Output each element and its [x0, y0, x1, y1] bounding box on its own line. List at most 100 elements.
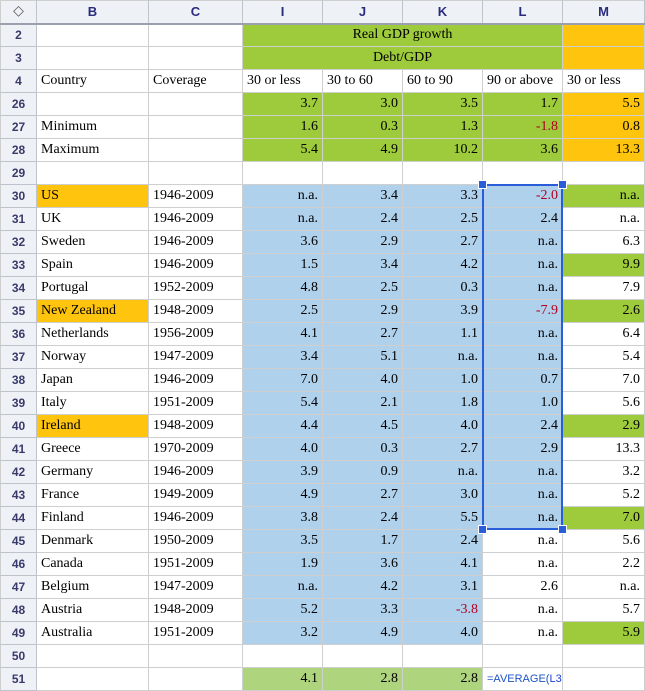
- value-cell[interactable]: 3.4: [243, 346, 323, 369]
- cell[interactable]: [37, 668, 149, 691]
- value-cell[interactable]: 7.9: [563, 277, 645, 300]
- cell[interactable]: [563, 162, 645, 185]
- cell[interactable]: [149, 139, 243, 162]
- row-header[interactable]: 42: [1, 461, 37, 484]
- value-cell[interactable]: 4.4: [243, 415, 323, 438]
- value-cell[interactable]: n.a.: [483, 254, 563, 277]
- col-header-B[interactable]: B: [37, 1, 149, 24]
- value-cell[interactable]: 1.0: [403, 369, 483, 392]
- summary-cell[interactable]: 0.3: [323, 116, 403, 139]
- country-cell[interactable]: UK: [37, 208, 149, 231]
- row-header[interactable]: 48: [1, 599, 37, 622]
- cell[interactable]: [37, 645, 149, 668]
- value-cell[interactable]: 5.2: [243, 599, 323, 622]
- value-cell[interactable]: 3.8: [243, 507, 323, 530]
- value-cell[interactable]: 2.7: [403, 438, 483, 461]
- merged-subtitle-cell[interactable]: Debt/GDP: [243, 47, 563, 70]
- country-cell[interactable]: Belgium: [37, 576, 149, 599]
- row-header[interactable]: 50: [1, 645, 37, 668]
- value-cell[interactable]: 4.2: [323, 576, 403, 599]
- row-header[interactable]: 28: [1, 139, 37, 162]
- col-header-M[interactable]: M: [563, 1, 645, 24]
- summary-cell[interactable]: 3.7: [243, 93, 323, 116]
- value-cell[interactable]: n.a.: [403, 461, 483, 484]
- value-cell[interactable]: 2.4: [403, 530, 483, 553]
- value-cell[interactable]: n.a.: [563, 576, 645, 599]
- row-header[interactable]: 47: [1, 576, 37, 599]
- cell[interactable]: [149, 24, 243, 47]
- cell[interactable]: [149, 645, 243, 668]
- value-cell[interactable]: 4.0: [323, 369, 403, 392]
- summary-cell[interactable]: 1.3: [403, 116, 483, 139]
- row-header[interactable]: 32: [1, 231, 37, 254]
- row-header[interactable]: 49: [1, 622, 37, 645]
- value-cell[interactable]: 3.2: [243, 622, 323, 645]
- value-cell[interactable]: n.a.: [483, 622, 563, 645]
- value-cell[interactable]: 3.6: [323, 553, 403, 576]
- coverage-cell[interactable]: 1946-2009: [149, 461, 243, 484]
- bucket-header-cell[interactable]: 30 or less: [563, 70, 645, 93]
- value-cell[interactable]: 5.4: [243, 392, 323, 415]
- value-cell[interactable]: 2.9: [563, 415, 645, 438]
- value-cell[interactable]: 5.6: [563, 392, 645, 415]
- cell[interactable]: [403, 162, 483, 185]
- value-cell[interactable]: 2.4: [323, 507, 403, 530]
- row-header[interactable]: 4: [1, 70, 37, 93]
- value-cell[interactable]: 5.9: [563, 622, 645, 645]
- value-cell[interactable]: 2.6: [563, 300, 645, 323]
- cell[interactable]: [323, 162, 403, 185]
- value-cell[interactable]: 1.9: [243, 553, 323, 576]
- row-header[interactable]: 31: [1, 208, 37, 231]
- cell[interactable]: [149, 116, 243, 139]
- value-cell[interactable]: 7.0: [243, 369, 323, 392]
- spreadsheet-viewport[interactable]: ◇ B C I J K L M 2 Real GDP growth 3 Debt…: [0, 0, 645, 691]
- country-cell[interactable]: Spain: [37, 254, 149, 277]
- spreadsheet-grid[interactable]: ◇ B C I J K L M 2 Real GDP growth 3 Debt…: [0, 0, 645, 691]
- country-header-cell[interactable]: Country: [37, 70, 149, 93]
- row-header[interactable]: 41: [1, 438, 37, 461]
- value-cell[interactable]: 4.5: [323, 415, 403, 438]
- cell[interactable]: [37, 47, 149, 70]
- row-header[interactable]: 29: [1, 162, 37, 185]
- cell[interactable]: [323, 645, 403, 668]
- country-cell[interactable]: Australia: [37, 622, 149, 645]
- merged-title-cell[interactable]: Real GDP growth: [243, 24, 563, 47]
- country-cell[interactable]: Japan: [37, 369, 149, 392]
- value-cell[interactable]: 2.4: [483, 415, 563, 438]
- summary-cell[interactable]: 3.5: [403, 93, 483, 116]
- coverage-cell[interactable]: 1947-2009: [149, 346, 243, 369]
- row-header[interactable]: 38: [1, 369, 37, 392]
- value-cell[interactable]: 6.3: [563, 231, 645, 254]
- value-cell[interactable]: 2.4: [323, 208, 403, 231]
- value-cell[interactable]: 4.0: [243, 438, 323, 461]
- row-header[interactable]: 3: [1, 47, 37, 70]
- coverage-cell[interactable]: 1951-2009: [149, 392, 243, 415]
- value-cell[interactable]: 2.1: [323, 392, 403, 415]
- value-cell[interactable]: n.a.: [563, 208, 645, 231]
- coverage-cell[interactable]: 1952-2009: [149, 277, 243, 300]
- coverage-cell[interactable]: 1946-2009: [149, 369, 243, 392]
- value-cell[interactable]: 2.9: [323, 300, 403, 323]
- value-cell[interactable]: 2.5: [403, 208, 483, 231]
- value-cell[interactable]: 3.0: [403, 484, 483, 507]
- value-cell[interactable]: n.a.: [403, 346, 483, 369]
- value-cell[interactable]: n.a.: [483, 530, 563, 553]
- coverage-cell[interactable]: 1970-2009: [149, 438, 243, 461]
- value-cell[interactable]: 0.9: [323, 461, 403, 484]
- value-cell[interactable]: n.a.: [483, 484, 563, 507]
- col-header-C[interactable]: C: [149, 1, 243, 24]
- value-cell[interactable]: 2.4: [483, 208, 563, 231]
- value-cell[interactable]: 3.2: [563, 461, 645, 484]
- row-header[interactable]: 51: [1, 668, 37, 691]
- country-cell[interactable]: Portugal: [37, 277, 149, 300]
- row-header[interactable]: 43: [1, 484, 37, 507]
- bucket-header-cell[interactable]: 30 to 60: [323, 70, 403, 93]
- value-cell[interactable]: 4.1: [243, 323, 323, 346]
- country-cell[interactable]: Germany: [37, 461, 149, 484]
- value-cell[interactable]: 13.3: [563, 438, 645, 461]
- avg-cell[interactable]: 2.8: [323, 668, 403, 691]
- value-cell[interactable]: -7.9: [483, 300, 563, 323]
- cell[interactable]: [37, 24, 149, 47]
- coverage-cell[interactable]: 1946-2009: [149, 208, 243, 231]
- value-cell[interactable]: 2.9: [323, 231, 403, 254]
